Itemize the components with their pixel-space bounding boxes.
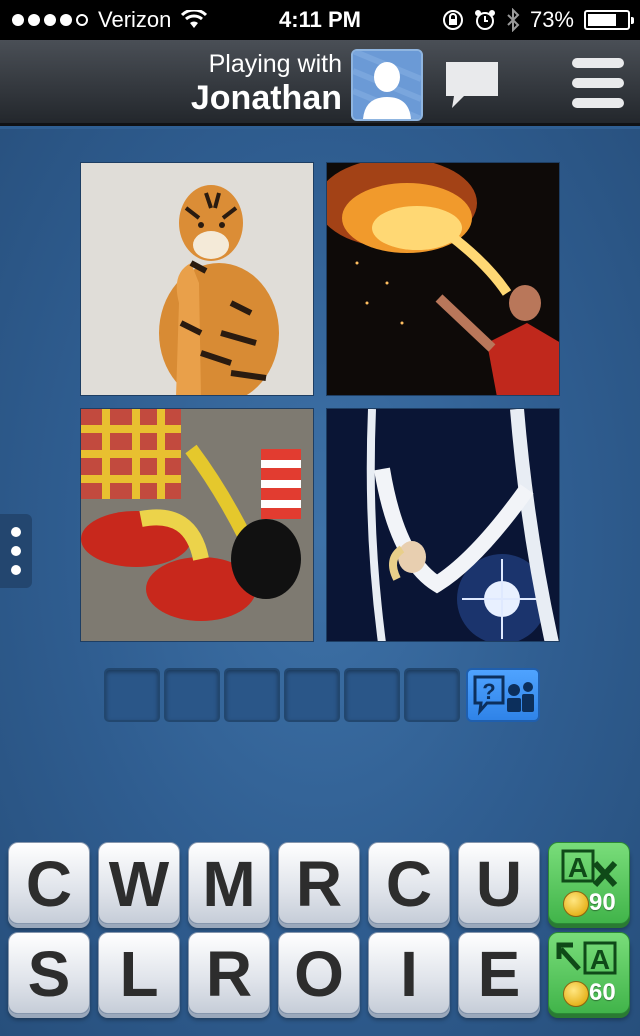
answer-slot[interactable] xyxy=(104,668,160,722)
reveal-letter-label: A xyxy=(590,944,610,975)
letter-tile[interactable]: I xyxy=(368,932,450,1014)
ask-friend-button[interactable]: ? xyxy=(466,668,540,722)
letter-tile[interactable]: C xyxy=(368,842,450,924)
alarm-icon xyxy=(474,10,495,30)
reveal-letter-icon: A xyxy=(556,941,617,975)
person-avatar-icon[interactable] xyxy=(351,49,423,121)
reveal-letter-cost: 60 xyxy=(589,979,616,1006)
bluetooth-icon xyxy=(507,8,520,32)
answer-slot[interactable] xyxy=(284,668,340,722)
opponent-title: Playing with Jonathan xyxy=(191,50,342,118)
letter-tile[interactable]: C xyxy=(8,842,90,924)
remove-letters-cost: 90 xyxy=(589,889,616,916)
side-drawer-handle[interactable] xyxy=(0,514,32,588)
letter-tile[interactable]: R xyxy=(188,932,270,1014)
svg-text:?: ? xyxy=(482,679,495,704)
letter-tile[interactable]: E xyxy=(458,932,540,1014)
answer-slot[interactable] xyxy=(344,668,400,722)
answer-slot[interactable] xyxy=(164,668,220,722)
letter-tile[interactable]: U xyxy=(458,842,540,924)
answer-slot[interactable] xyxy=(404,668,460,722)
photo-fire-breather[interactable] xyxy=(326,162,560,396)
remove-letters-button[interactable]: A 90 xyxy=(548,842,630,924)
game-header: Playing with Jonathan xyxy=(0,40,640,126)
reveal-letter-button[interactable]: A 60 xyxy=(548,932,630,1014)
rotation-lock-icon xyxy=(442,10,463,30)
ask-friend-icon: ? xyxy=(473,675,534,716)
photo-clown-shoes[interactable] xyxy=(80,408,314,642)
playing-with-label: Playing with xyxy=(208,50,342,78)
battery-icon xyxy=(584,10,634,30)
battery-percent: 73% xyxy=(529,7,574,32)
letter-tile[interactable]: M xyxy=(188,842,270,924)
letter-tile[interactable]: S xyxy=(8,932,90,1014)
photo-aerial-acrobat[interactable] xyxy=(326,408,560,642)
coin-icon xyxy=(563,891,589,917)
remove-letter-label: A xyxy=(568,852,588,883)
opponent-name: Jonathan xyxy=(190,79,342,117)
answer-slot[interactable] xyxy=(224,668,280,722)
chat-bubble-icon[interactable] xyxy=(442,56,502,116)
letter-tile[interactable]: W xyxy=(98,842,180,924)
hamburger-menu-icon[interactable] xyxy=(572,58,624,112)
photo-tiger[interactable] xyxy=(80,162,314,396)
status-bar: Verizon 4:11 PM 73% xyxy=(0,0,640,40)
letter-tile[interactable]: O xyxy=(278,932,360,1014)
coin-icon xyxy=(563,981,589,1007)
letter-tile[interactable]: L xyxy=(98,932,180,1014)
remove-letter-icon: A xyxy=(561,849,618,888)
letter-tile[interactable]: R xyxy=(278,842,360,924)
